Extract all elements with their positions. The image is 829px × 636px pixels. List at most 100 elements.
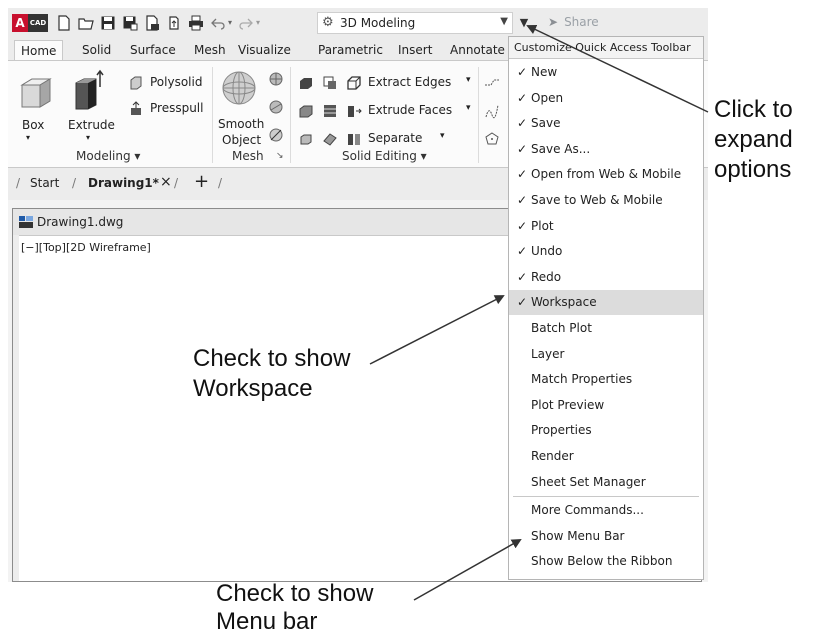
tab-insert[interactable]: Insert (392, 40, 438, 60)
tab-home[interactable]: Home (14, 40, 64, 60)
menu-item-new[interactable]: ✓ New (509, 60, 703, 85)
tab-visualize[interactable]: Visualize (232, 40, 297, 60)
slice-icon[interactable] (322, 103, 338, 119)
open-folder-icon[interactable] (78, 15, 94, 31)
subtract-icon[interactable] (298, 103, 314, 119)
tab-solid[interactable]: Solid (76, 40, 117, 60)
menu-item-save[interactable]: ✓ Save (509, 111, 703, 136)
menu-item-undo[interactable]: ✓ Undo (509, 239, 703, 264)
annotation-expand-line-1: Click to (714, 96, 793, 123)
extrude-icon[interactable] (72, 69, 106, 111)
extract-edges-icon[interactable] (346, 75, 362, 91)
menu-item-label: New (531, 65, 558, 79)
viewport-controls[interactable]: [−][Top][2D Wireframe] (21, 241, 151, 254)
mesh-panel-label[interactable]: Mesh (232, 149, 264, 163)
tab-divider: / (16, 176, 21, 190)
app-logo[interactable]: A CAD (12, 14, 48, 32)
menu-item-save-to-web-mobile[interactable]: ✓ Save to Web & Mobile (509, 188, 703, 213)
close-icon[interactable]: × (160, 174, 172, 190)
extrude-faces-label[interactable]: Extrude Faces (368, 103, 452, 117)
tab-parametric[interactable]: Parametric (312, 40, 389, 60)
curve-icon[interactable] (484, 103, 500, 119)
menu-item-properties[interactable]: Properties (509, 418, 703, 443)
menu-item-layer[interactable]: Layer (509, 342, 703, 367)
extrude-faces-dropdown-icon[interactable]: ▾ (466, 103, 471, 113)
menu-item-batch-plot[interactable]: Batch Plot (509, 316, 703, 341)
tab-surface[interactable]: Surface (124, 40, 182, 60)
workspace-select[interactable]: ⚙ 3D Modeling ▼ (317, 12, 513, 34)
smooth-object-icon[interactable] (220, 69, 258, 107)
file-tab-start[interactable]: Start (30, 176, 59, 190)
save-as-icon[interactable] (122, 15, 138, 31)
menu-item-workspace[interactable]: ✓ Workspace (509, 290, 703, 316)
menu-item-show-below-the-ribbon[interactable]: Show Below the Ribbon (509, 549, 703, 574)
menu-item-sheet-set-manager[interactable]: Sheet Set Manager (509, 470, 703, 495)
plot-icon[interactable] (188, 15, 204, 31)
presspull-label[interactable]: Presspull (150, 101, 203, 115)
box-label[interactable]: Box (22, 118, 44, 132)
mesh-sphere-icon[interactable] (268, 71, 284, 87)
save-icon[interactable] (100, 15, 116, 31)
mesh-crease-icon[interactable] (268, 127, 284, 143)
extract-edges-dropdown-icon[interactable]: ▾ (466, 75, 471, 85)
extrude-faces-icon[interactable] (346, 103, 362, 119)
separate-icon[interactable] (346, 131, 362, 147)
separate-dropdown-icon[interactable]: ▾ (440, 131, 445, 141)
menu-item-plot[interactable]: ✓ Plot (509, 214, 703, 239)
menu-item-plot-preview[interactable]: Plot Preview (509, 393, 703, 418)
file-tab-drawing1[interactable]: Drawing1* (88, 176, 159, 190)
dialog-launcher-icon[interactable]: ↘ (276, 151, 284, 161)
checkmark-icon: ✓ (517, 90, 528, 105)
modeling-panel-label[interactable]: Modeling ▾ (76, 149, 140, 163)
menu-item-match-properties[interactable]: Match Properties (509, 367, 703, 392)
interfere-icon[interactable] (322, 75, 338, 91)
smooth-object-label-1[interactable]: Smooth (218, 117, 264, 131)
open-web-icon[interactable] (144, 15, 160, 31)
tab-annotate[interactable]: Annotate (444, 40, 511, 60)
tab-mesh[interactable]: Mesh (188, 40, 232, 60)
menu-item-open-from-web-mobile[interactable]: ✓ Open from Web & Mobile (509, 162, 703, 187)
mesh-refine-icon[interactable] (268, 99, 284, 115)
new-tab-plus-icon[interactable]: + (194, 171, 209, 192)
union-icon[interactable] (298, 75, 314, 91)
gear-icon: ⚙ (322, 15, 334, 30)
annotation-expand-line-3: options (714, 156, 792, 183)
pentagon-icon[interactable] (484, 131, 500, 147)
menu-item-show-menu-bar[interactable]: Show Menu Bar (509, 524, 703, 549)
intersect-icon[interactable] (298, 131, 314, 147)
extrude-label[interactable]: Extrude (68, 118, 115, 132)
menu-item-render[interactable]: Render (509, 444, 703, 469)
solid-editing-panel-label[interactable]: Solid Editing ▾ (342, 149, 427, 163)
menu-item-open[interactable]: ✓ Open (509, 86, 703, 111)
undo-dropdown-icon[interactable]: ▾ (228, 18, 232, 27)
menu-item-save-as[interactable]: ✓ Save As... (509, 137, 703, 162)
separate-label[interactable]: Separate (368, 131, 422, 145)
polysolid-icon[interactable] (128, 75, 144, 91)
smooth-object-label-2[interactable]: Object (222, 133, 261, 147)
section-plane-icon[interactable] (484, 75, 500, 91)
customize-qat-dropdown-button[interactable]: ▼ (518, 14, 530, 32)
annotation-menubar-line-2: Menu bar (216, 608, 318, 635)
tab-divider: / (218, 176, 223, 190)
checkmark-icon: ✓ (517, 167, 528, 182)
box-dropdown-icon[interactable]: ▾ (26, 133, 30, 142)
extract-edges-label[interactable]: Extract Edges (368, 75, 451, 89)
redo-icon[interactable] (238, 15, 254, 31)
menu-item-label: Render (531, 449, 574, 463)
save-web-icon[interactable] (166, 15, 182, 31)
presspull-icon[interactable] (128, 101, 144, 117)
menu-item-redo[interactable]: ✓ Redo (509, 265, 703, 290)
menu-item-more-commands[interactable]: More Commands... (509, 498, 703, 523)
undo-icon[interactable] (210, 15, 226, 31)
annotation-menubar-line-1: Check to show (216, 580, 374, 607)
new-file-icon[interactable] (56, 15, 72, 31)
checkmark-icon: ✓ (517, 269, 528, 284)
panel-divider (212, 67, 213, 163)
extrude-dropdown-icon[interactable]: ▾ (86, 133, 90, 142)
menu-item-label: Undo (531, 244, 563, 259)
box-icon[interactable] (18, 75, 54, 111)
shell-icon[interactable] (322, 131, 338, 147)
redo-dropdown-icon[interactable]: ▾ (256, 18, 260, 27)
polysolid-label[interactable]: Polysolid (150, 75, 202, 89)
share-button[interactable]: ➤ Share (548, 15, 599, 29)
